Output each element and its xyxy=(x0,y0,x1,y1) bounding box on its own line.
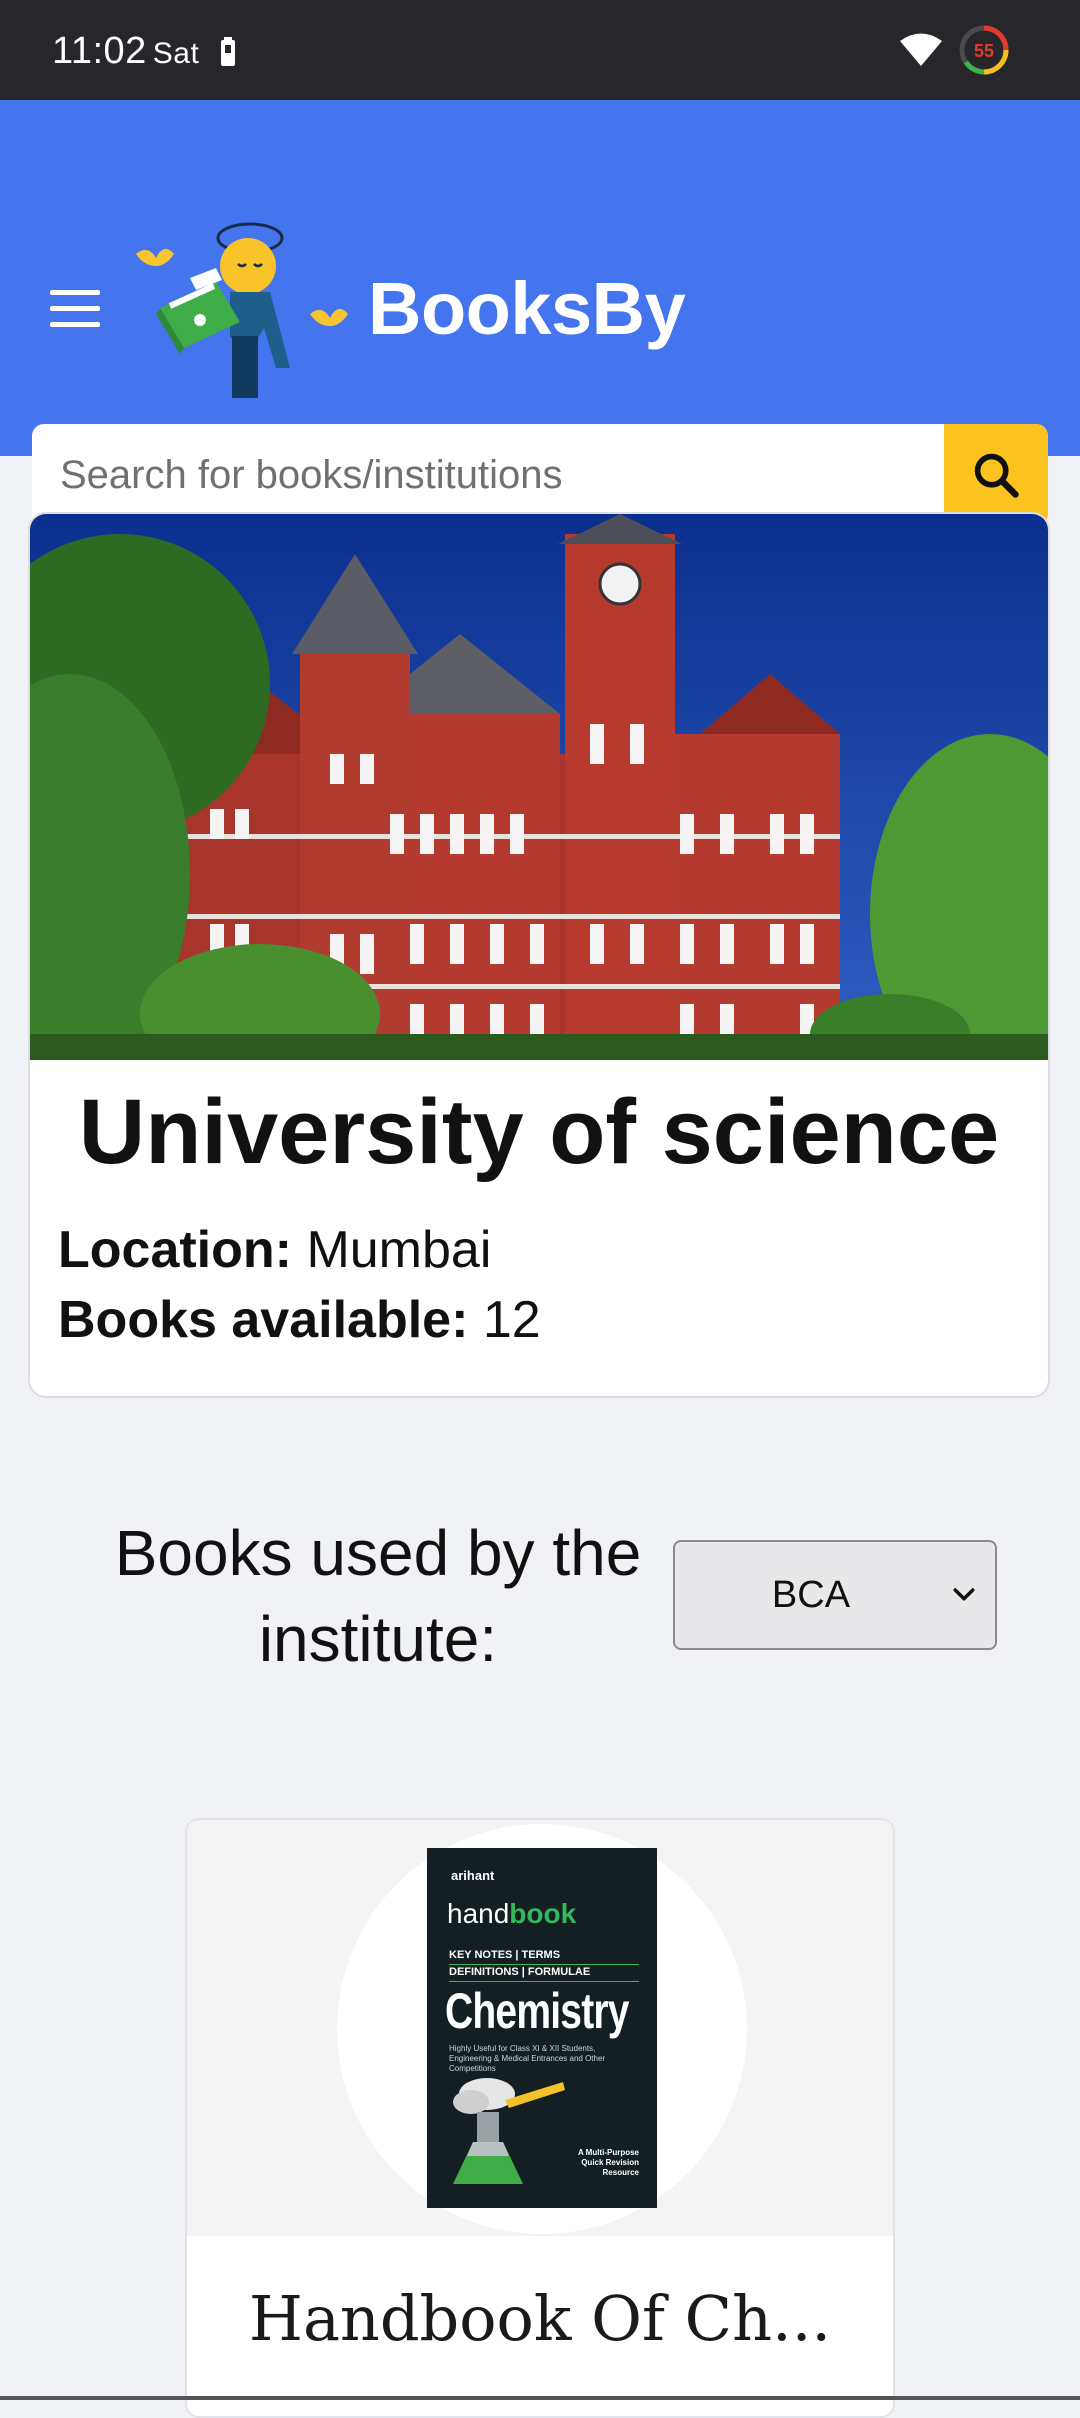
cover-series-bold: book xyxy=(509,1898,577,1929)
cover-publisher: arihant xyxy=(451,1868,495,1883)
status-time-value: 11:02 xyxy=(52,30,147,72)
cover-subject: Chemistry xyxy=(445,1983,629,2039)
cover-keys-line1: KEY NOTES | TERMS xyxy=(449,1948,639,1965)
cover-keys: KEY NOTES | TERMS DEFINITIONS | FORMULAE xyxy=(449,1948,639,1982)
status-time: 11:02 Sat xyxy=(52,30,199,73)
brand-name[interactable]: BooksBy xyxy=(368,266,686,351)
institution-books-count: Books available: 12 xyxy=(58,1290,541,1350)
reader-mascot-logo[interactable] xyxy=(130,218,360,398)
course-dropdown[interactable]: BCA xyxy=(673,1540,997,1650)
book-image-area: arihant handbook KEY NOTES | TERMS DEFIN… xyxy=(187,1820,893,2236)
location-label: Location: xyxy=(58,1221,292,1279)
cover-description: Highly Useful for Class XI & XII Student… xyxy=(449,2044,606,2073)
search-bar xyxy=(32,424,1048,526)
institution-card[interactable]: University of science Location: Mumbai B… xyxy=(28,512,1050,1398)
data-saver-ring-icon: 55 xyxy=(959,25,1009,75)
app-header: BooksBy xyxy=(0,100,1080,526)
search-button[interactable] xyxy=(944,424,1048,526)
books-available-label: Books available: xyxy=(58,1291,469,1349)
battery-icon xyxy=(221,37,235,66)
institution-location: Location: Mumbai xyxy=(58,1220,491,1280)
cover-keys-line2: DEFINITIONS | FORMULAE xyxy=(449,1965,639,1982)
location-value: Mumbai xyxy=(306,1221,492,1279)
chevron-down-icon xyxy=(953,1588,975,1601)
cover-series: handbook xyxy=(447,1898,576,1930)
search-input[interactable] xyxy=(32,424,944,526)
book-cover: arihant handbook KEY NOTES | TERMS DEFIN… xyxy=(427,1848,657,2208)
status-day: Sat xyxy=(152,37,200,70)
book-card[interactable]: arihant handbook KEY NOTES | TERMS DEFIN… xyxy=(185,1818,895,2418)
flask-icon xyxy=(453,2078,565,2184)
institution-name: University of science xyxy=(78,1081,1000,1183)
course-selected-value: BCA xyxy=(771,1574,851,1616)
books-available-value: 12 xyxy=(482,1291,541,1349)
battery-percent-text: 55 xyxy=(974,41,994,61)
wifi-icon xyxy=(900,33,942,66)
cover-tagline: A Multi-Purpose Quick Revision Resource xyxy=(577,2148,639,2177)
institution-photo xyxy=(30,514,1048,1060)
books-section-heading: Books used by the institute: xyxy=(114,1517,642,1675)
search-icon xyxy=(974,453,1019,498)
hamburger-menu-icon[interactable] xyxy=(50,290,100,330)
screen-bottom-edge xyxy=(0,2396,1080,2400)
cover-series-light: hand xyxy=(447,1898,510,1929)
status-bar: 11:02 Sat 55 xyxy=(0,0,1080,100)
book-title[interactable]: Handbook Of Ch... xyxy=(187,2282,893,2355)
